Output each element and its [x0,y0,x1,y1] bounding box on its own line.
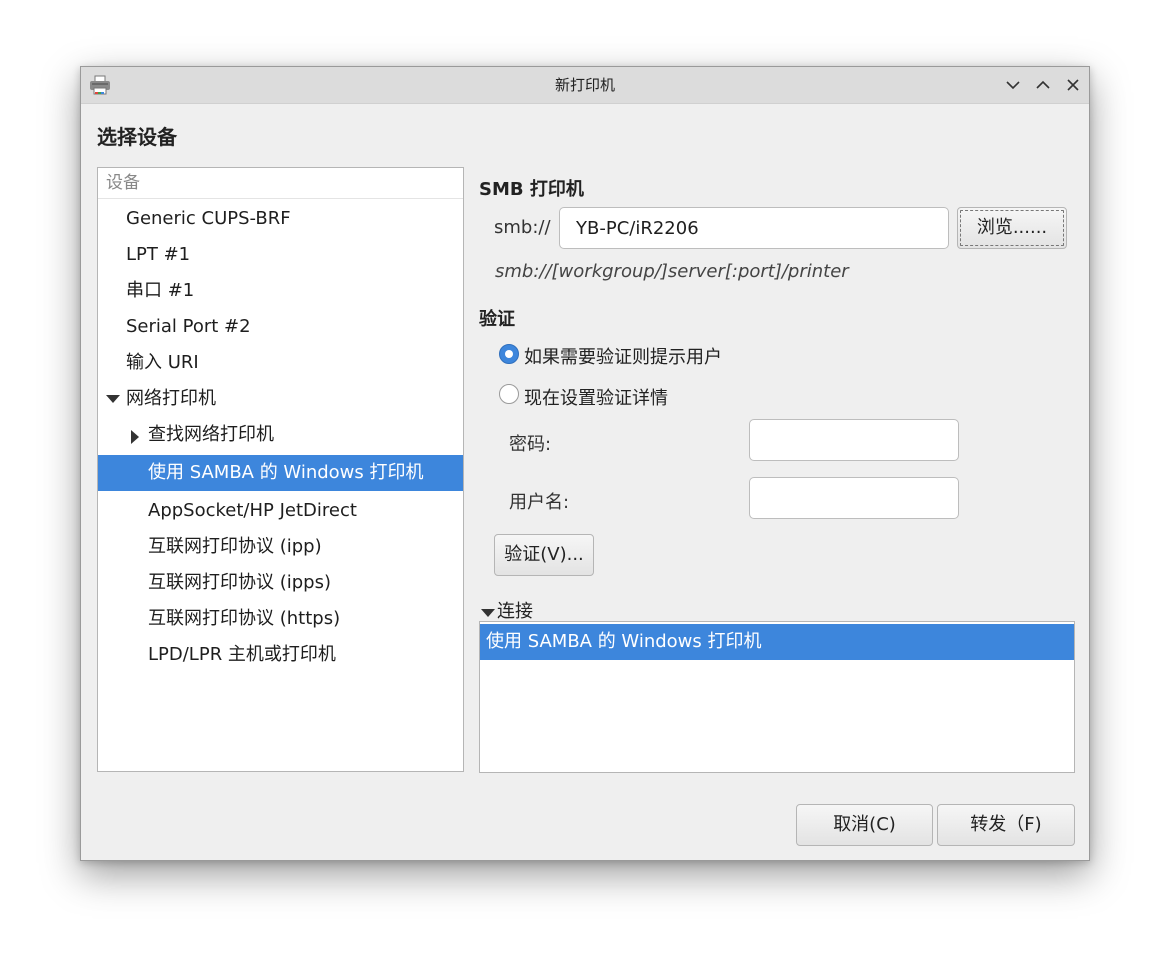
auth-now-label[interactable]: 现在设置验证详情 [524,384,668,410]
device-item-label: AppSocket/HP JetDirect [148,500,357,521]
expander-down-icon[interactable] [104,381,120,417]
connection-item-selected[interactable]: 使用 SAMBA 的 Windows 打印机 [480,624,1074,660]
device-item[interactable]: Serial Port #2 [98,309,463,345]
smb-uri-input[interactable] [559,207,949,249]
device-item-label: 网络打印机 [126,388,216,409]
window-title: 新打印机 [554,76,615,94]
new-printer-dialog: 新打印机 选择设备 设备 Generic CUPS-BRF LPT #1 串口 … [80,66,1090,861]
maximize-button[interactable] [1033,75,1053,95]
device-item-label: 输入 URI [126,352,199,373]
device-item[interactable]: LPD/LPR 主机或打印机 [98,637,463,673]
smb-format-hint: smb://[workgroup/]server[:port]/printer [495,261,849,282]
page-title: 选择设备 [97,125,177,149]
connection-expander-label: 连接 [497,601,533,622]
password-label: 密码: [509,434,552,455]
device-item-label: 查找网络打印机 [148,424,274,445]
device-item-label: LPT #1 [126,244,191,265]
device-item-label: 互联网打印协议 (https) [148,608,341,629]
expander-right-icon[interactable] [128,417,144,453]
device-list[interactable]: 设备 Generic CUPS-BRF LPT #1 串口 #1 Serial … [97,167,464,772]
verify-button[interactable]: 验证(V)... [494,534,594,576]
device-list-header[interactable]: 设备 [98,168,463,199]
auth-section-title: 验证 [479,309,515,330]
password-field[interactable] [749,419,959,461]
username-label: 用户名: [509,492,570,513]
expander-down-icon [481,602,495,623]
username-field[interactable] [749,477,959,519]
device-item-label: 使用 SAMBA 的 Windows 打印机 [148,462,424,483]
device-item-label: Serial Port #2 [126,316,251,337]
auth-prompt-label[interactable]: 如果需要验证则提示用户 [524,343,722,369]
connection-expander[interactable]: 连接 [481,597,533,623]
auth-now-radio[interactable] [499,384,519,404]
device-item-label: 串口 #1 [126,280,195,301]
smb-prefix-label: smb:// [494,217,551,238]
device-item-label: 互联网打印协议 (ipp) [148,536,322,557]
device-item[interactable]: 互联网打印协议 (https) [98,601,463,637]
browse-button[interactable]: 浏览...... [957,207,1067,249]
connection-list[interactable]: 使用 SAMBA 的 Windows 打印机 [479,621,1075,773]
chevron-down-icon [1003,75,1023,95]
device-item[interactable]: LPT #1 [98,237,463,273]
device-group-find-network-printer[interactable]: 查找网络打印机 [98,417,463,453]
device-item[interactable]: 串口 #1 [98,273,463,309]
device-item-samba-selected[interactable]: 使用 SAMBA 的 Windows 打印机 [98,455,463,491]
title-bar[interactable]: 新打印机 [81,67,1089,104]
device-item-label: 互联网打印协议 (ipps) [148,572,331,593]
device-item-label: LPD/LPR 主机或打印机 [148,644,336,665]
close-button[interactable] [1063,75,1083,95]
minimize-button[interactable] [1003,75,1023,95]
auth-prompt-radio[interactable] [499,344,519,364]
close-icon [1063,75,1083,95]
cancel-button[interactable]: 取消(C) [796,804,933,846]
device-item[interactable]: Generic CUPS-BRF [98,201,463,237]
smb-section-title: SMB 打印机 [479,179,584,200]
device-item[interactable]: 互联网打印协议 (ipps) [98,565,463,601]
device-item[interactable]: 互联网打印协议 (ipp) [98,529,463,565]
device-item-label: Generic CUPS-BRF [126,208,291,229]
device-item[interactable]: AppSocket/HP JetDirect [98,493,463,529]
forward-button[interactable]: 转发（F) [937,804,1075,846]
chevron-up-icon [1033,75,1053,95]
device-group-network-printer[interactable]: 网络打印机 [98,381,463,417]
device-item[interactable]: 输入 URI [98,345,463,381]
